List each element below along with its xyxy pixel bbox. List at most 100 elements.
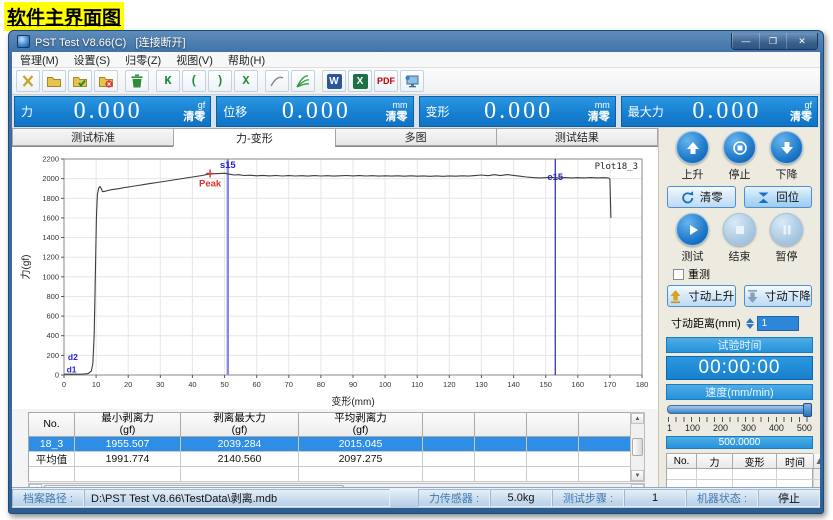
jog-distance-field[interactable]: 1 xyxy=(757,316,799,331)
home-button[interactable]: 回位 xyxy=(744,186,813,208)
svg-text:0: 0 xyxy=(55,371,59,380)
close-button[interactable]: ✕ xyxy=(786,33,817,49)
svg-text:200: 200 xyxy=(46,351,59,360)
sensor-label: 力传感器 : xyxy=(418,489,490,507)
single-curve-button[interactable] xyxy=(265,70,289,92)
tab-test-results[interactable]: 测试结果 xyxy=(496,128,658,146)
svg-text:80: 80 xyxy=(317,380,325,389)
zero-button[interactable]: 清零 xyxy=(667,186,736,208)
jog-up-button[interactable]: 寸动上升 xyxy=(667,285,736,307)
tab-multi-plot[interactable]: 多图 xyxy=(335,128,496,146)
test-pause-label: 暂停 xyxy=(776,248,798,264)
page-title: 软件主界面图 xyxy=(4,2,124,31)
export-pdf-button[interactable]: PDF xyxy=(374,70,398,92)
menu-item-manage[interactable]: 管理(M) xyxy=(20,52,59,68)
scroll-down-icon[interactable]: ▼ xyxy=(631,470,644,481)
svg-text:800: 800 xyxy=(46,292,59,301)
results-table: No. 最小剥离力(gf) 剥离最大力(gf) 平均剥离力(gf) 18_319… xyxy=(28,412,658,487)
svg-text:400: 400 xyxy=(46,331,59,340)
svg-text:110: 110 xyxy=(411,380,423,389)
curve-icon xyxy=(269,73,285,89)
pdf-icon: PDF xyxy=(377,76,395,86)
deformation-clear-button[interactable]: 清零 xyxy=(588,112,610,123)
menu-item-view[interactable]: 视图(V) xyxy=(176,52,213,68)
svg-text:Peak: Peak xyxy=(199,179,222,190)
stepper-down-icon[interactable] xyxy=(746,324,754,329)
tab-test-standard[interactable]: 测试标准 xyxy=(12,128,173,146)
status-bar: 档案路径 : D:\PST Test V8.66\TestData\剥离.mdb… xyxy=(12,487,820,508)
jog-distance-stepper[interactable] xyxy=(746,318,754,329)
menu-item-help[interactable]: 帮助(H) xyxy=(228,52,265,68)
vertical-scrollbar[interactable]: ▲ ▼ xyxy=(630,412,645,482)
retest-checkbox[interactable] xyxy=(673,269,684,280)
test-end-label: 结束 xyxy=(729,248,751,264)
device-button[interactable] xyxy=(400,70,424,92)
speed-slider[interactable]: 1100 200300 400500 xyxy=(667,405,812,433)
motion-stop-button[interactable] xyxy=(723,131,756,164)
save-check-button[interactable] xyxy=(68,70,92,92)
svg-text:120: 120 xyxy=(443,380,456,389)
move-down-button[interactable] xyxy=(770,131,803,164)
force-unit: gf xyxy=(198,101,206,110)
test-start-button[interactable] xyxy=(676,213,709,246)
monitor-icon xyxy=(404,73,420,89)
table-row[interactable] xyxy=(29,467,630,482)
step-value: 1 xyxy=(624,489,686,507)
test-time-value: 00:00:00 xyxy=(666,356,813,380)
open-file-button[interactable] xyxy=(42,70,66,92)
marker-next-button[interactable]: ) xyxy=(208,70,232,92)
toolbar: K ( ) X W X PDF xyxy=(12,68,820,95)
stop-icon xyxy=(732,140,748,156)
measurement-displays: 力 0.000 gf 清零 位移 0.000 mm 清零 变形 0.000 xyxy=(12,95,820,128)
minimize-button[interactable]: — xyxy=(732,33,759,49)
move-up-button[interactable] xyxy=(676,131,709,164)
multi-curve-button[interactable] xyxy=(291,70,315,92)
table-row[interactable]: 平均值1991.774 2140.5602097.275 xyxy=(29,452,630,467)
title-bar[interactable]: PST Test V8.66(C) [连接断开] — ❐ ✕ xyxy=(12,31,820,52)
delete-button[interactable] xyxy=(125,70,149,92)
marker-last-button[interactable]: X xyxy=(234,70,258,92)
slider-thumb[interactable] xyxy=(803,403,812,417)
svg-text:70: 70 xyxy=(285,380,293,389)
deformation-unit: mm xyxy=(595,101,610,110)
scrollbar-thumb[interactable] xyxy=(632,438,643,456)
test-pause-button[interactable] xyxy=(770,213,803,246)
deformation-label: 变形 xyxy=(420,103,450,120)
speed-header: 速度(mm/min) xyxy=(666,384,813,400)
scroll-up-icon[interactable]: ▲ xyxy=(631,413,644,424)
force-clear-button[interactable]: 清零 xyxy=(183,112,205,123)
svg-text:130: 130 xyxy=(475,380,488,389)
test-end-button[interactable] xyxy=(723,213,756,246)
stepper-up-icon[interactable] xyxy=(746,318,754,323)
points-row xyxy=(667,480,812,487)
menu-item-zero[interactable]: 归零(Z) xyxy=(125,52,161,68)
move-up-label: 上升 xyxy=(682,166,704,182)
tab-force-deformation[interactable]: 力-变形 xyxy=(173,128,334,147)
slider-track[interactable] xyxy=(667,405,812,414)
svg-text:0: 0 xyxy=(62,380,66,389)
svg-text:20: 20 xyxy=(124,380,132,389)
marker-first-icon: K xyxy=(164,74,171,88)
machine-state-label: 机器状态 : xyxy=(686,489,758,507)
menu-item-settings[interactable]: 设置(S) xyxy=(74,52,111,68)
export-excel-button[interactable]: X xyxy=(348,70,372,92)
svg-text:变形(mm): 变形(mm) xyxy=(331,395,374,407)
maxforce-label: 最大力 xyxy=(622,103,664,120)
force-label: 力 xyxy=(15,103,33,120)
maximize-button[interactable]: ❐ xyxy=(759,33,786,49)
maxforce-unit: gf xyxy=(804,101,812,110)
marker-first-button[interactable]: K xyxy=(156,70,180,92)
maxforce-clear-button[interactable]: 清零 xyxy=(790,112,812,123)
scroll-up-icon[interactable]: ▲ xyxy=(814,454,820,469)
export-word-button[interactable]: W xyxy=(322,70,346,92)
jog-down-button[interactable]: 寸动下降 xyxy=(744,285,813,307)
motion-stop-label: 停止 xyxy=(729,166,751,182)
jog-down-icon xyxy=(745,289,760,304)
table-row[interactable]: 18_31955.507 2039.2842015.045 xyxy=(29,437,630,452)
cut-button[interactable] xyxy=(16,70,40,92)
svg-text:600: 600 xyxy=(46,312,59,321)
marker-prev-button[interactable]: ( xyxy=(182,70,206,92)
close-db-button[interactable] xyxy=(94,70,118,92)
displacement-clear-button[interactable]: 清零 xyxy=(386,112,408,123)
play-icon xyxy=(685,222,701,238)
